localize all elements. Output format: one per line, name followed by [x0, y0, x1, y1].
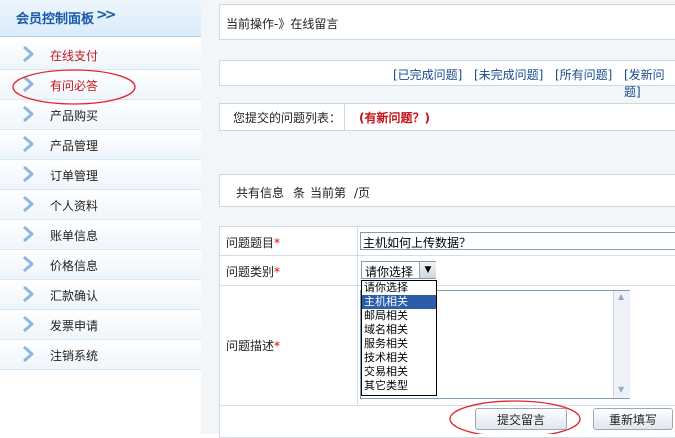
question-title-label: 问题题目* — [226, 236, 281, 250]
submit-button[interactable]: 提交留言 — [475, 408, 567, 430]
category-option[interactable]: 域名相关 — [362, 323, 436, 337]
chevron-right-icon — [23, 316, 34, 332]
row-divider — [220, 285, 675, 286]
breadcrumb: 当前操作-》在线留言 — [226, 17, 339, 31]
double-chevron-icon: >> — [96, 7, 117, 23]
sidebar-item-label: 产品管理 — [50, 139, 99, 153]
sidebar-item-label: 价格信息 — [50, 259, 99, 273]
form-column-divider — [357, 227, 358, 405]
page-unit-label: /页 — [354, 186, 371, 200]
chevron-right-icon — [23, 46, 34, 62]
count-unit-label: 条 — [293, 186, 306, 200]
link-all-questions[interactable]: [所有问题] — [555, 66, 612, 83]
question-description-label: 问题描述* — [226, 339, 281, 353]
row-divider — [220, 405, 675, 406]
chevron-right-icon — [23, 346, 34, 362]
link-completed-questions[interactable]: [已完成问题] — [393, 66, 462, 83]
sidebar-item-label: 订单管理 — [50, 169, 99, 183]
sidebar-item-label: 注销系统 — [50, 349, 99, 363]
total-info-label: 共有信息 — [236, 186, 285, 200]
sidebar-title: 会员控制面板 — [16, 12, 95, 27]
breadcrumb-panel: 当前操作-》在线留言 — [219, 4, 675, 40]
category-dropdown-list: 请你选择 主机相关 邮局相关 域名相关 服务相关 技术相关 交易相关 其它类型 — [361, 280, 437, 396]
sidebar-item[interactable]: 个人资料 — [0, 190, 201, 220]
category-option[interactable]: 邮局相关 — [362, 309, 436, 323]
scroll-down-icon[interactable]: ▼ — [618, 385, 624, 394]
sidebar-item-label: 个人资料 — [50, 199, 99, 213]
chevron-right-icon — [23, 106, 34, 122]
chevron-right-icon — [23, 226, 34, 242]
category-option[interactable]: 主机相关 — [362, 295, 436, 309]
sidebar-item-label: 产品购买 — [50, 109, 99, 123]
sidebar-item-label: 有问必答 — [50, 79, 99, 93]
chevron-right-icon — [23, 166, 34, 182]
chevron-down-icon[interactable]: ▼ — [419, 262, 436, 278]
sidebar-item[interactable]: 发票申请 — [0, 310, 201, 340]
sidebar-item[interactable]: 订单管理 — [0, 160, 201, 190]
sidebar-item[interactable]: 在线支付 — [0, 40, 201, 70]
new-question-link[interactable]: (有新问题？) — [359, 109, 430, 126]
sidebar-item[interactable]: 有问必答 — [0, 70, 201, 100]
sidebar-item[interactable]: 产品购买 — [0, 100, 201, 130]
question-category-label: 问题类别* — [226, 265, 281, 279]
question-title-input[interactable]: 主机如何上传数据？ — [360, 232, 675, 250]
scroll-up-icon[interactable]: ▲ — [618, 292, 624, 301]
chevron-right-icon — [23, 136, 34, 152]
reset-button[interactable]: 重新填写 — [593, 408, 673, 430]
chevron-right-icon — [23, 76, 34, 92]
sidebar-item-label: 账单信息 — [50, 229, 99, 243]
pagination-panel: 共有信息 条 当前第 /页 — [219, 174, 675, 207]
category-option[interactable]: 服务相关 — [362, 337, 436, 351]
question-list-panel: 您提交的问题列表： (有新问题？) — [219, 103, 675, 131]
category-option[interactable]: 请你选择 — [362, 281, 436, 295]
row-divider — [220, 255, 675, 256]
category-option[interactable]: 技术相关 — [362, 351, 436, 365]
sidebar-item[interactable]: 汇款确认 — [0, 280, 201, 310]
sidebar-item[interactable]: 账单信息 — [0, 220, 201, 250]
link-new-question[interactable]: [发新问题] — [624, 66, 675, 100]
category-option[interactable]: 交易相关 — [362, 365, 436, 379]
category-selected-value: 请你选择 — [365, 265, 414, 279]
chevron-right-icon — [23, 196, 34, 212]
question-filter-panel: [已完成问题] [未完成问题] [所有问题] [发新问题] — [219, 60, 675, 99]
chevron-right-icon — [23, 256, 34, 272]
question-title-value: 主机如何上传数据？ — [363, 236, 472, 250]
question-form: 问题题目* 主机如何上传数据？ 问题类别* 请你选择 ▼ 问题描述* ▲ ▼ 请… — [219, 226, 675, 438]
current-page-label: 当前第 — [310, 186, 347, 200]
question-category-select[interactable]: 请你选择 ▼ — [361, 261, 436, 279]
sidebar-item-label: 在线支付 — [50, 49, 99, 63]
category-option[interactable]: 其它类型 — [362, 379, 436, 393]
sidebar: 会员控制面板 >> 在线支付有问必答产品购买产品管理订单管理个人资料账单信息价格… — [0, 0, 202, 434]
divider — [344, 104, 345, 130]
link-uncompleted-questions[interactable]: [未完成问题] — [474, 66, 543, 83]
chevron-right-icon — [23, 286, 34, 302]
sidebar-header: 会员控制面板 >> — [0, 0, 201, 37]
sidebar-item[interactable]: 注销系统 — [0, 340, 201, 370]
sidebar-item[interactable]: 产品管理 — [0, 130, 201, 160]
sidebar-item-label: 汇款确认 — [50, 289, 99, 303]
question-list-label: 您提交的问题列表： — [233, 111, 342, 125]
sidebar-item-label: 发票申请 — [50, 319, 99, 333]
sidebar-item[interactable]: 价格信息 — [0, 250, 201, 280]
textarea-scrollbar[interactable]: ▲ ▼ — [613, 291, 630, 398]
